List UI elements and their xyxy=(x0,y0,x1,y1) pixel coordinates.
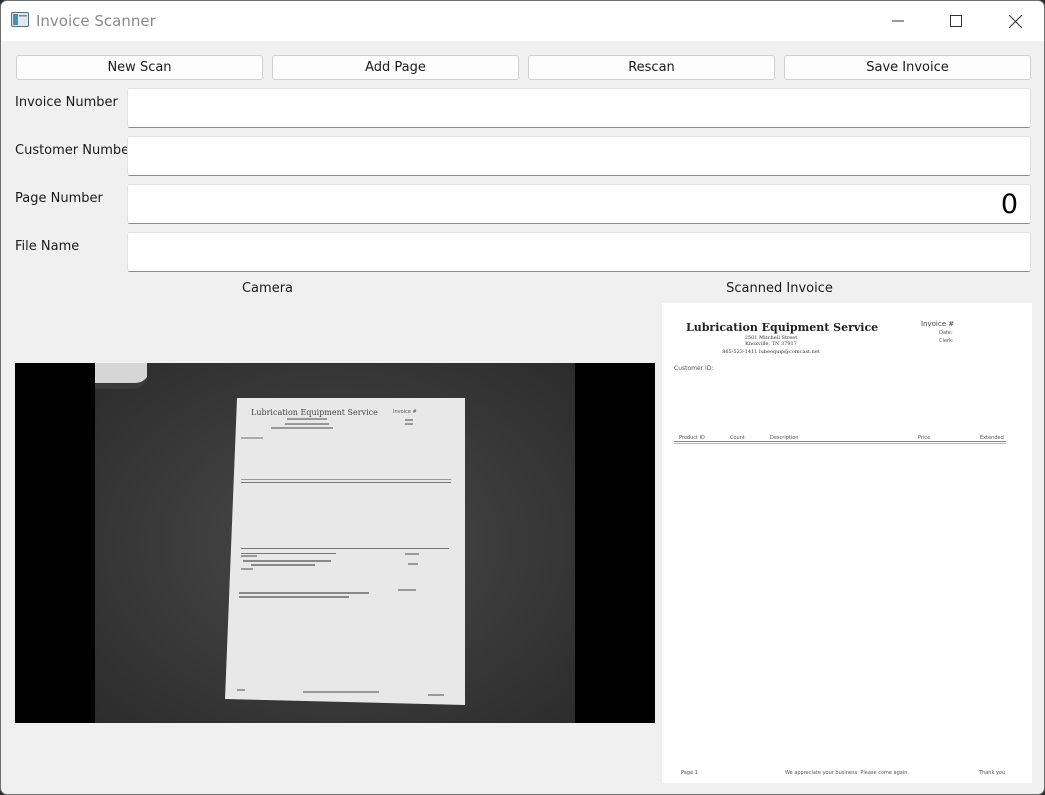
app-window-icon xyxy=(11,12,29,27)
camera-feed-image: Lubrication Equipment Service Invoice # xyxy=(95,363,575,723)
camera-title: Camera xyxy=(241,281,294,296)
scanned-invoice-label: Invoice # xyxy=(921,320,954,328)
invoice-number-field[interactable] xyxy=(127,88,1031,128)
invoice-number-label: Invoice Number xyxy=(15,95,118,110)
camera-doc-company: Lubrication Equipment Service xyxy=(251,408,378,417)
rescan-button[interactable]: Rescan xyxy=(528,55,775,80)
page-number-field[interactable] xyxy=(127,184,1031,224)
camera-view: Lubrication Equipment Service Invoice # xyxy=(15,363,655,723)
scanned-footer-page: Page 1 xyxy=(681,770,698,776)
scanned-invoice-title: Scanned Invoice xyxy=(726,281,833,296)
add-page-button[interactable]: Add Page xyxy=(272,55,519,80)
scanned-col-extended: Extended xyxy=(980,435,1004,441)
minimize-icon xyxy=(892,20,904,22)
new-scan-button[interactable]: New Scan xyxy=(16,55,263,80)
file-name-field[interactable] xyxy=(127,232,1031,272)
maximize-button[interactable] xyxy=(927,1,985,41)
minimize-button[interactable] xyxy=(869,1,927,41)
scanned-col-price: Price xyxy=(918,435,930,441)
scanned-clerk-label: Clerk: xyxy=(939,338,954,344)
scanned-col-description: Description xyxy=(770,435,798,441)
scanned-customer-id: Customer ID: xyxy=(674,365,713,372)
camera-doc-invoice-label: Invoice # xyxy=(393,409,417,415)
scanned-invoice-view: Lubrication Equipment Service 2501 Mitch… xyxy=(662,303,1032,783)
scanned-company: Lubrication Equipment Service xyxy=(686,321,878,334)
scanned-footer-message: We appreciate your business. Please come… xyxy=(785,770,909,776)
customer-number-field[interactable] xyxy=(127,136,1031,176)
scanned-col-product-id: Product ID xyxy=(679,435,705,441)
window-title: Invoice Scanner xyxy=(36,12,156,30)
scanned-date-label: Date: xyxy=(939,330,953,336)
maximize-icon xyxy=(950,15,962,27)
scanned-contact: 865-523-1411 lubeequip@comcast.net xyxy=(722,348,820,355)
app-window: Invoice Scanner New Scan Add Page Rescan… xyxy=(0,0,1045,795)
scanned-col-count: Count xyxy=(730,435,745,441)
scanned-invoice-image: Lubrication Equipment Service 2501 Mitch… xyxy=(662,303,1032,783)
save-invoice-button[interactable]: Save Invoice xyxy=(784,55,1031,80)
title-bar[interactable]: Invoice Scanner xyxy=(1,1,1044,41)
close-button[interactable] xyxy=(986,1,1044,41)
customer-number-label: Customer Number xyxy=(15,143,135,158)
scanned-footer-thanks: Thank you xyxy=(978,770,1005,776)
close-icon xyxy=(1008,14,1022,28)
page-number-label: Page Number xyxy=(15,191,103,206)
scanned-address2: Knoxville, TN 37917 xyxy=(745,341,797,347)
file-name-label: File Name xyxy=(15,239,80,254)
